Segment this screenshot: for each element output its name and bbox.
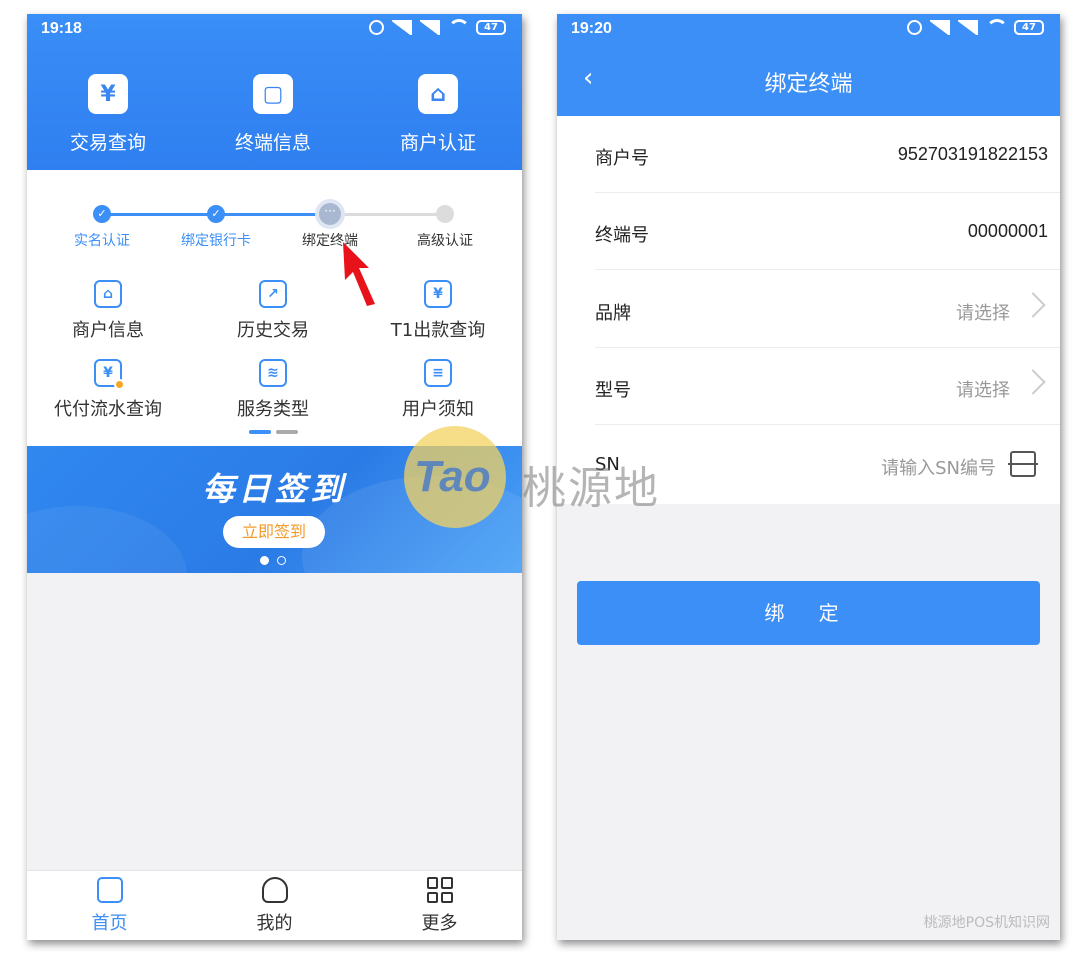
sn-input[interactable]: 请输入SN编号 xyxy=(881,454,996,480)
banner-dot-active xyxy=(260,556,269,565)
watermark-tao: Tao xyxy=(414,452,491,501)
chevron-right-icon xyxy=(1020,292,1046,318)
status-time: 19:20 xyxy=(571,20,612,37)
battery-icon: 47 xyxy=(1014,19,1044,35)
row-merchant-no: 商户号 952703191822153 xyxy=(595,116,1060,193)
header-item-label: 终端信息 xyxy=(234,132,311,154)
row-label: 商户号 xyxy=(595,148,649,169)
checkin-button[interactable]: 立即签到 xyxy=(223,516,325,548)
step-label-realname[interactable]: 实名认证 xyxy=(52,230,152,250)
tab-more[interactable]: 更多 xyxy=(357,877,522,935)
scan-icon[interactable] xyxy=(1008,451,1038,477)
row-model-select[interactable]: 型号 请选择 xyxy=(595,348,1060,425)
banner-dot[interactable] xyxy=(277,556,286,565)
signal-icon-2 xyxy=(958,19,978,35)
corner-watermark: 桃源地POS机知识网 xyxy=(923,915,1050,931)
grid-page-indicator[interactable] xyxy=(276,430,298,434)
grid-label: 代付流水查询 xyxy=(54,399,162,420)
history-trade-icon: ↗ xyxy=(259,280,287,308)
grid-service-type[interactable]: ≋ 服务类型 xyxy=(193,359,353,421)
grid-merchant-info[interactable]: ⌂ 商户信息 xyxy=(28,280,188,342)
header-item-label: 交易查询 xyxy=(69,132,146,154)
grid-label: 服务类型 xyxy=(237,399,309,420)
model-placeholder: 请选择 xyxy=(956,380,1010,401)
row-terminal-no: 终端号 00000001 xyxy=(595,193,1060,270)
status-bar: 19:18 47 xyxy=(27,14,522,46)
grid-label: 用户须知 xyxy=(402,399,474,420)
alarm-icon xyxy=(369,19,384,35)
tab-label: 我的 xyxy=(256,913,293,934)
home-icon xyxy=(96,877,123,903)
step-current-dots-icon: ··· xyxy=(319,203,341,225)
alarm-icon xyxy=(907,19,922,35)
row-label: 品牌 xyxy=(595,303,631,324)
signal-icon-2 xyxy=(420,19,440,35)
header-item-merchant-verify[interactable]: ⌂ 商户认证 xyxy=(373,74,503,155)
icon-glyph: ¥ xyxy=(103,365,113,381)
step-done-check-icon: ✓ xyxy=(207,205,225,223)
brand-placeholder: 请选择 xyxy=(956,303,1010,324)
step-todo-icon xyxy=(436,205,454,223)
payment-flow-icon: ¥ xyxy=(94,359,125,390)
grid-label: 商户信息 xyxy=(72,320,144,341)
grid-label: T1出款查询 xyxy=(390,320,486,341)
service-layers-icon: ≋ xyxy=(259,359,287,387)
more-grid-icon xyxy=(426,877,453,903)
status-time: 19:18 xyxy=(41,20,82,37)
yuan-search-icon: ¥ xyxy=(88,74,128,114)
header-item-trade-query[interactable]: ¥ 交易查询 xyxy=(43,74,173,155)
tab-label: 更多 xyxy=(421,913,458,934)
tab-mine[interactable]: 我的 xyxy=(192,877,357,935)
grid-label: 历史交易 xyxy=(237,320,309,341)
page-title: 绑定终端 xyxy=(764,72,853,97)
bind-button[interactable]: 绑 定 xyxy=(577,581,1040,645)
terminal-no-value: 00000001 xyxy=(967,221,1048,241)
user-icon xyxy=(261,877,288,903)
signal-icon xyxy=(930,19,950,35)
clock-badge-icon xyxy=(114,379,125,390)
step-label-bind-card[interactable]: 绑定银行卡 xyxy=(166,230,266,250)
row-label: 型号 xyxy=(595,380,631,401)
header-item-label: 商户认证 xyxy=(399,132,476,154)
terminal-icon: ▢ xyxy=(253,74,293,114)
user-notice-icon: ≡ xyxy=(424,359,452,387)
grid-t1-payout[interactable]: ¥ T1出款查询 xyxy=(358,280,518,342)
tab-home[interactable]: 首页 xyxy=(27,877,192,935)
wifi-icon xyxy=(448,19,470,35)
step-done-check-icon: ✓ xyxy=(93,205,111,223)
store-verify-icon: ⌂ xyxy=(418,74,458,114)
chevron-right-icon xyxy=(1020,369,1046,395)
watermark-logo: Tao 桃源地 xyxy=(404,426,674,528)
row-brand-select[interactable]: 品牌 请选择 xyxy=(595,271,1060,348)
tab-label: 首页 xyxy=(91,913,128,934)
watermark-cn: 桃源地 xyxy=(522,463,660,514)
store-search-icon: ⌂ xyxy=(94,280,122,308)
header-item-terminal-info[interactable]: ▢ 终端信息 xyxy=(208,74,338,155)
step-pending-line xyxy=(331,213,445,216)
step-label-advanced[interactable]: 高级认证 xyxy=(395,230,495,250)
bottom-tab-bar: 首页 我的 更多 xyxy=(27,870,522,940)
status-bar: 19:20 47 xyxy=(557,14,1060,46)
row-label: 终端号 xyxy=(595,225,649,246)
signal-icon xyxy=(392,19,412,35)
grid-payment-flow[interactable]: ¥ 代付流水查询 xyxy=(28,359,188,421)
grid-user-notice[interactable]: ≡ 用户须知 xyxy=(358,359,518,421)
wifi-icon xyxy=(986,19,1008,35)
grid-page-indicator-active xyxy=(249,430,271,434)
grid-history-trade[interactable]: ↗ 历史交易 xyxy=(193,280,353,342)
battery-icon: 47 xyxy=(476,19,506,35)
t1-payout-icon: ¥ xyxy=(424,280,452,308)
merchant-no-value: 952703191822153 xyxy=(897,144,1048,164)
